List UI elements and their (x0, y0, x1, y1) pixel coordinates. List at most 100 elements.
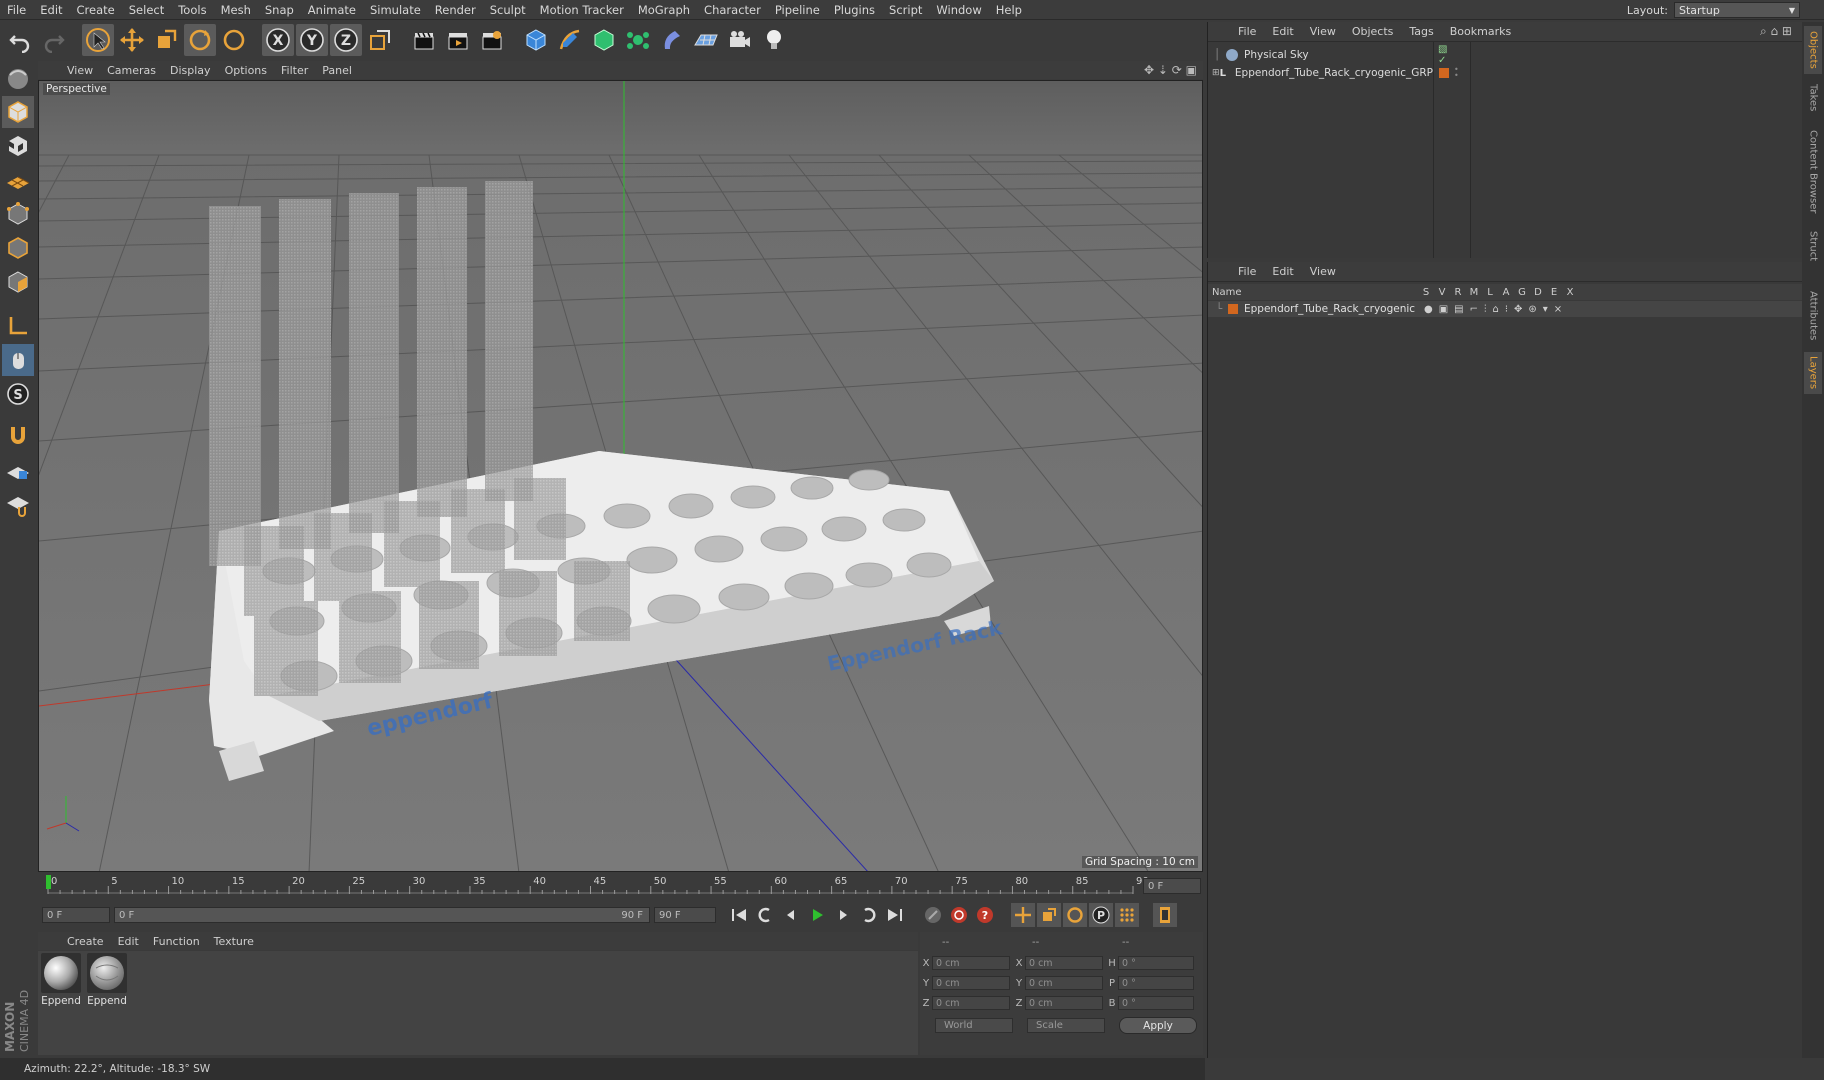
playhead[interactable] (46, 875, 51, 889)
menu-snap[interactable]: Snap (258, 3, 301, 17)
menu-window[interactable]: Window (929, 3, 988, 17)
scale-y-field[interactable]: 0 cm (1025, 976, 1103, 990)
lock-workplane-button[interactable] (2, 454, 34, 486)
coordinate-space-dropdown[interactable]: World (935, 1018, 1013, 1033)
object-menu-view[interactable]: View (1302, 25, 1344, 38)
axis-mode-button[interactable] (2, 310, 34, 342)
column-x[interactable]: X (1562, 287, 1578, 298)
position-z-field[interactable]: 0 cm (932, 996, 1010, 1010)
layer-row[interactable]: └ Eppendorf_Tube_Rack_cryogenic ●▣▤⌐⫶⌂⁝✥… (1208, 301, 1803, 317)
column-g[interactable]: G (1514, 287, 1530, 298)
layer-color-swatch[interactable] (1228, 304, 1238, 314)
camera-button[interactable] (724, 24, 756, 56)
menu-motion-tracker[interactable]: Motion Tracker (533, 3, 631, 17)
apply-button[interactable]: Apply (1119, 1017, 1197, 1034)
coordinate-mode-dropdown[interactable]: Scale (1027, 1018, 1105, 1033)
menu-tools[interactable]: Tools (171, 3, 213, 17)
timeline-window-button[interactable] (1153, 903, 1177, 927)
menu-select[interactable]: Select (122, 3, 171, 17)
menu-sculpt[interactable]: Sculpt (483, 3, 533, 17)
column-r[interactable]: R (1450, 287, 1466, 298)
column-s[interactable]: S (1418, 287, 1434, 298)
cube-object-button[interactable] (520, 24, 552, 56)
undo-button[interactable] (4, 24, 36, 56)
object-menu-bookmarks[interactable]: Bookmarks (1442, 25, 1519, 38)
redo-button[interactable] (38, 24, 70, 56)
rotate-tool-button[interactable] (184, 24, 216, 56)
tab-objects[interactable]: Objects (1804, 26, 1822, 74)
deformer-button[interactable] (656, 24, 688, 56)
floor-button[interactable] (690, 24, 722, 56)
visibility-dots[interactable]: • • (1454, 66, 1459, 80)
keyframe-selection-button[interactable]: ? (973, 903, 997, 927)
position-x-field[interactable]: 0 cm (932, 956, 1010, 970)
tab-struct[interactable]: Struct (1804, 226, 1822, 266)
subdivision-button[interactable] (588, 24, 620, 56)
tab-layers[interactable]: Layers (1804, 352, 1822, 394)
render-settings-button[interactable] (476, 24, 508, 56)
column-a[interactable]: A (1498, 287, 1514, 298)
object-menu-objects[interactable]: Objects (1344, 25, 1402, 38)
prev-frame-button[interactable] (779, 903, 803, 927)
rotation-h-field[interactable]: 0 ° (1118, 956, 1194, 970)
tab-attributes[interactable]: Attributes (1804, 284, 1822, 348)
rotation-p-field[interactable]: 0 ° (1118, 976, 1194, 990)
z-axis-lock-button[interactable]: Z (330, 24, 362, 56)
material-swatch[interactable]: Eppend (40, 953, 82, 1007)
menu-simulate[interactable]: Simulate (363, 3, 428, 17)
column-v[interactable]: V (1434, 287, 1450, 298)
menu-create[interactable]: Create (70, 3, 122, 17)
menu-mesh[interactable]: Mesh (214, 3, 258, 17)
play-button[interactable] (805, 903, 829, 927)
viewport-menu-panel[interactable]: Panel (315, 64, 359, 77)
menu-help[interactable]: Help (989, 3, 1029, 17)
layer-menu-edit[interactable]: Edit (1264, 265, 1301, 278)
start-frame-field[interactable]: 0 F (42, 907, 110, 923)
object-manager-tools[interactable]: ⌕ ⌂ ⊞ (1760, 24, 1792, 39)
menu-script[interactable]: Script (882, 3, 929, 17)
material-menu-texture[interactable]: Texture (207, 935, 261, 948)
object-row[interactable]: │ Physical Sky ▧ ✓ (1208, 44, 1447, 66)
spline-pen-button[interactable] (554, 24, 586, 56)
tab-takes[interactable]: Takes (1804, 78, 1822, 118)
model-mode-button[interactable] (2, 96, 34, 128)
viewport-menu-options[interactable]: Options (218, 64, 274, 77)
menu-mograph[interactable]: MoGraph (631, 3, 697, 17)
live-selection-button[interactable] (82, 24, 114, 56)
next-key-button[interactable] (857, 903, 881, 927)
prev-key-button[interactable] (753, 903, 777, 927)
next-frame-button[interactable] (831, 903, 855, 927)
viewport-menu-view[interactable]: View (60, 64, 100, 77)
3d-viewport[interactable]: eppendorf Eppendorf Rack Perspective Gri… (38, 80, 1203, 872)
material-menu-edit[interactable]: Edit (111, 935, 146, 948)
current-frame-field[interactable]: 0 F (1143, 878, 1201, 894)
coordinate-system-button[interactable] (364, 24, 396, 56)
snap-button[interactable]: S (2, 378, 34, 410)
menu-character[interactable]: Character (697, 3, 768, 17)
scale-x-field[interactable]: 0 cm (1025, 956, 1103, 970)
menu-render[interactable]: Render (428, 3, 483, 17)
planar-workplane-button[interactable] (2, 488, 34, 520)
menu-edit[interactable]: Edit (33, 3, 69, 17)
menu-file[interactable]: File (0, 3, 33, 17)
viewport-menu-cameras[interactable]: Cameras (100, 64, 163, 77)
layer-menu-view[interactable]: View (1302, 265, 1344, 278)
menu-plugins[interactable]: Plugins (827, 3, 882, 17)
workplane-mode-button[interactable] (2, 164, 34, 196)
key-scale-button[interactable] (1037, 903, 1061, 927)
material-menu-create[interactable]: Create (60, 935, 111, 948)
column-d[interactable]: D (1530, 287, 1546, 298)
scale-z-field[interactable]: 0 cm (1025, 996, 1103, 1010)
magnet-button[interactable] (2, 420, 34, 452)
recent-tools-button[interactable] (218, 24, 250, 56)
make-editable-button[interactable] (2, 62, 34, 94)
material-menu-function[interactable]: Function (146, 935, 207, 948)
expand-icon[interactable]: ⊞ (1212, 68, 1220, 78)
object-menu-file[interactable]: File (1230, 25, 1264, 38)
column-l[interactable]: L (1482, 287, 1498, 298)
cloner-button[interactable] (622, 24, 654, 56)
viewport-menu-display[interactable]: Display (163, 64, 218, 77)
scale-tool-button[interactable] (150, 24, 182, 56)
go-to-end-button[interactable] (883, 903, 907, 927)
column-e[interactable]: E (1546, 287, 1562, 298)
